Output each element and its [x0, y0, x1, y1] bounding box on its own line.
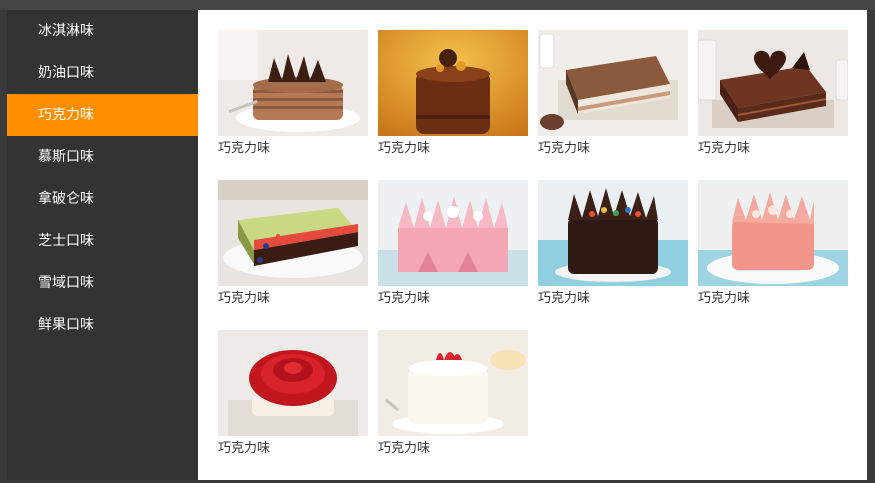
product-name: 巧克力味: [218, 141, 271, 156]
product-card[interactable]: 巧克力味: [218, 180, 368, 310]
product-card[interactable]: 巧克力味: [378, 180, 528, 310]
chocolate-dome-cake-photo: [378, 30, 528, 136]
product-name: 巧克力味: [378, 441, 431, 456]
sidebar-item-snow[interactable]: 雪域口味: [7, 262, 198, 304]
sidebar-item-cream[interactable]: 奶油口味: [7, 52, 198, 94]
berry-chocolate-napoleon-photo: [218, 180, 368, 286]
sidebar-item-mousse[interactable]: 慕斯口味: [7, 136, 198, 178]
chocolate-crepe-cake-photo: [218, 30, 368, 136]
product-card[interactable]: 巧克力味: [218, 330, 368, 460]
strawberry-cream-cake-photo: [378, 330, 528, 436]
product-card[interactable]: 巧克力味: [378, 30, 528, 160]
pink-mousse-cake-photo: [378, 180, 528, 286]
product-name: 巧克力味: [698, 141, 751, 156]
layered-tiramisu-cake-photo: [538, 30, 688, 136]
product-grid: 巧克力味 巧克力味 巧克力味 巧克力味 巧克力味 巧克力味 巧克力味 巧克力味 …: [198, 10, 867, 480]
chocolate-heart-layer-cake-photo: [698, 30, 848, 136]
sidebar-item-cheese[interactable]: 芝士口味: [7, 220, 198, 262]
sidebar-item-chocolate[interactable]: 巧克力味: [7, 94, 198, 136]
product-name: 巧克力味: [218, 441, 271, 456]
peach-crown-cake-photo: [698, 180, 848, 286]
flavor-sidebar: 冰淇淋味 奶油口味 巧克力味 慕斯口味 拿破仑味 芝士口味 雪域口味 鲜果口味: [7, 10, 198, 480]
red-rose-cake-photo: [218, 330, 368, 436]
product-card[interactable]: 巧克力味: [698, 180, 848, 310]
product-card[interactable]: 巧克力味: [378, 330, 528, 460]
product-name: 巧克力味: [378, 291, 431, 306]
product-card[interactable]: 巧克力味: [218, 30, 368, 160]
product-name: 巧克力味: [218, 291, 271, 306]
sidebar-item-ice-cream[interactable]: 冰淇淋味: [7, 10, 198, 52]
product-card[interactable]: 巧克力味: [698, 30, 848, 160]
sidebar-item-fruit[interactable]: 鲜果口味: [7, 304, 198, 346]
product-name: 巧克力味: [538, 141, 591, 156]
dark-chocolate-crown-cake-photo: [538, 180, 688, 286]
product-name: 巧克力味: [538, 291, 591, 306]
product-name: 巧克力味: [378, 141, 431, 156]
window-top-bar: [0, 0, 875, 10]
sidebar-item-napoleon[interactable]: 拿破仑味: [7, 178, 198, 220]
product-card[interactable]: 巧克力味: [538, 30, 688, 160]
product-card[interactable]: 巧克力味: [538, 180, 688, 310]
window-right-edge: [867, 10, 875, 483]
product-name: 巧克力味: [698, 291, 751, 306]
